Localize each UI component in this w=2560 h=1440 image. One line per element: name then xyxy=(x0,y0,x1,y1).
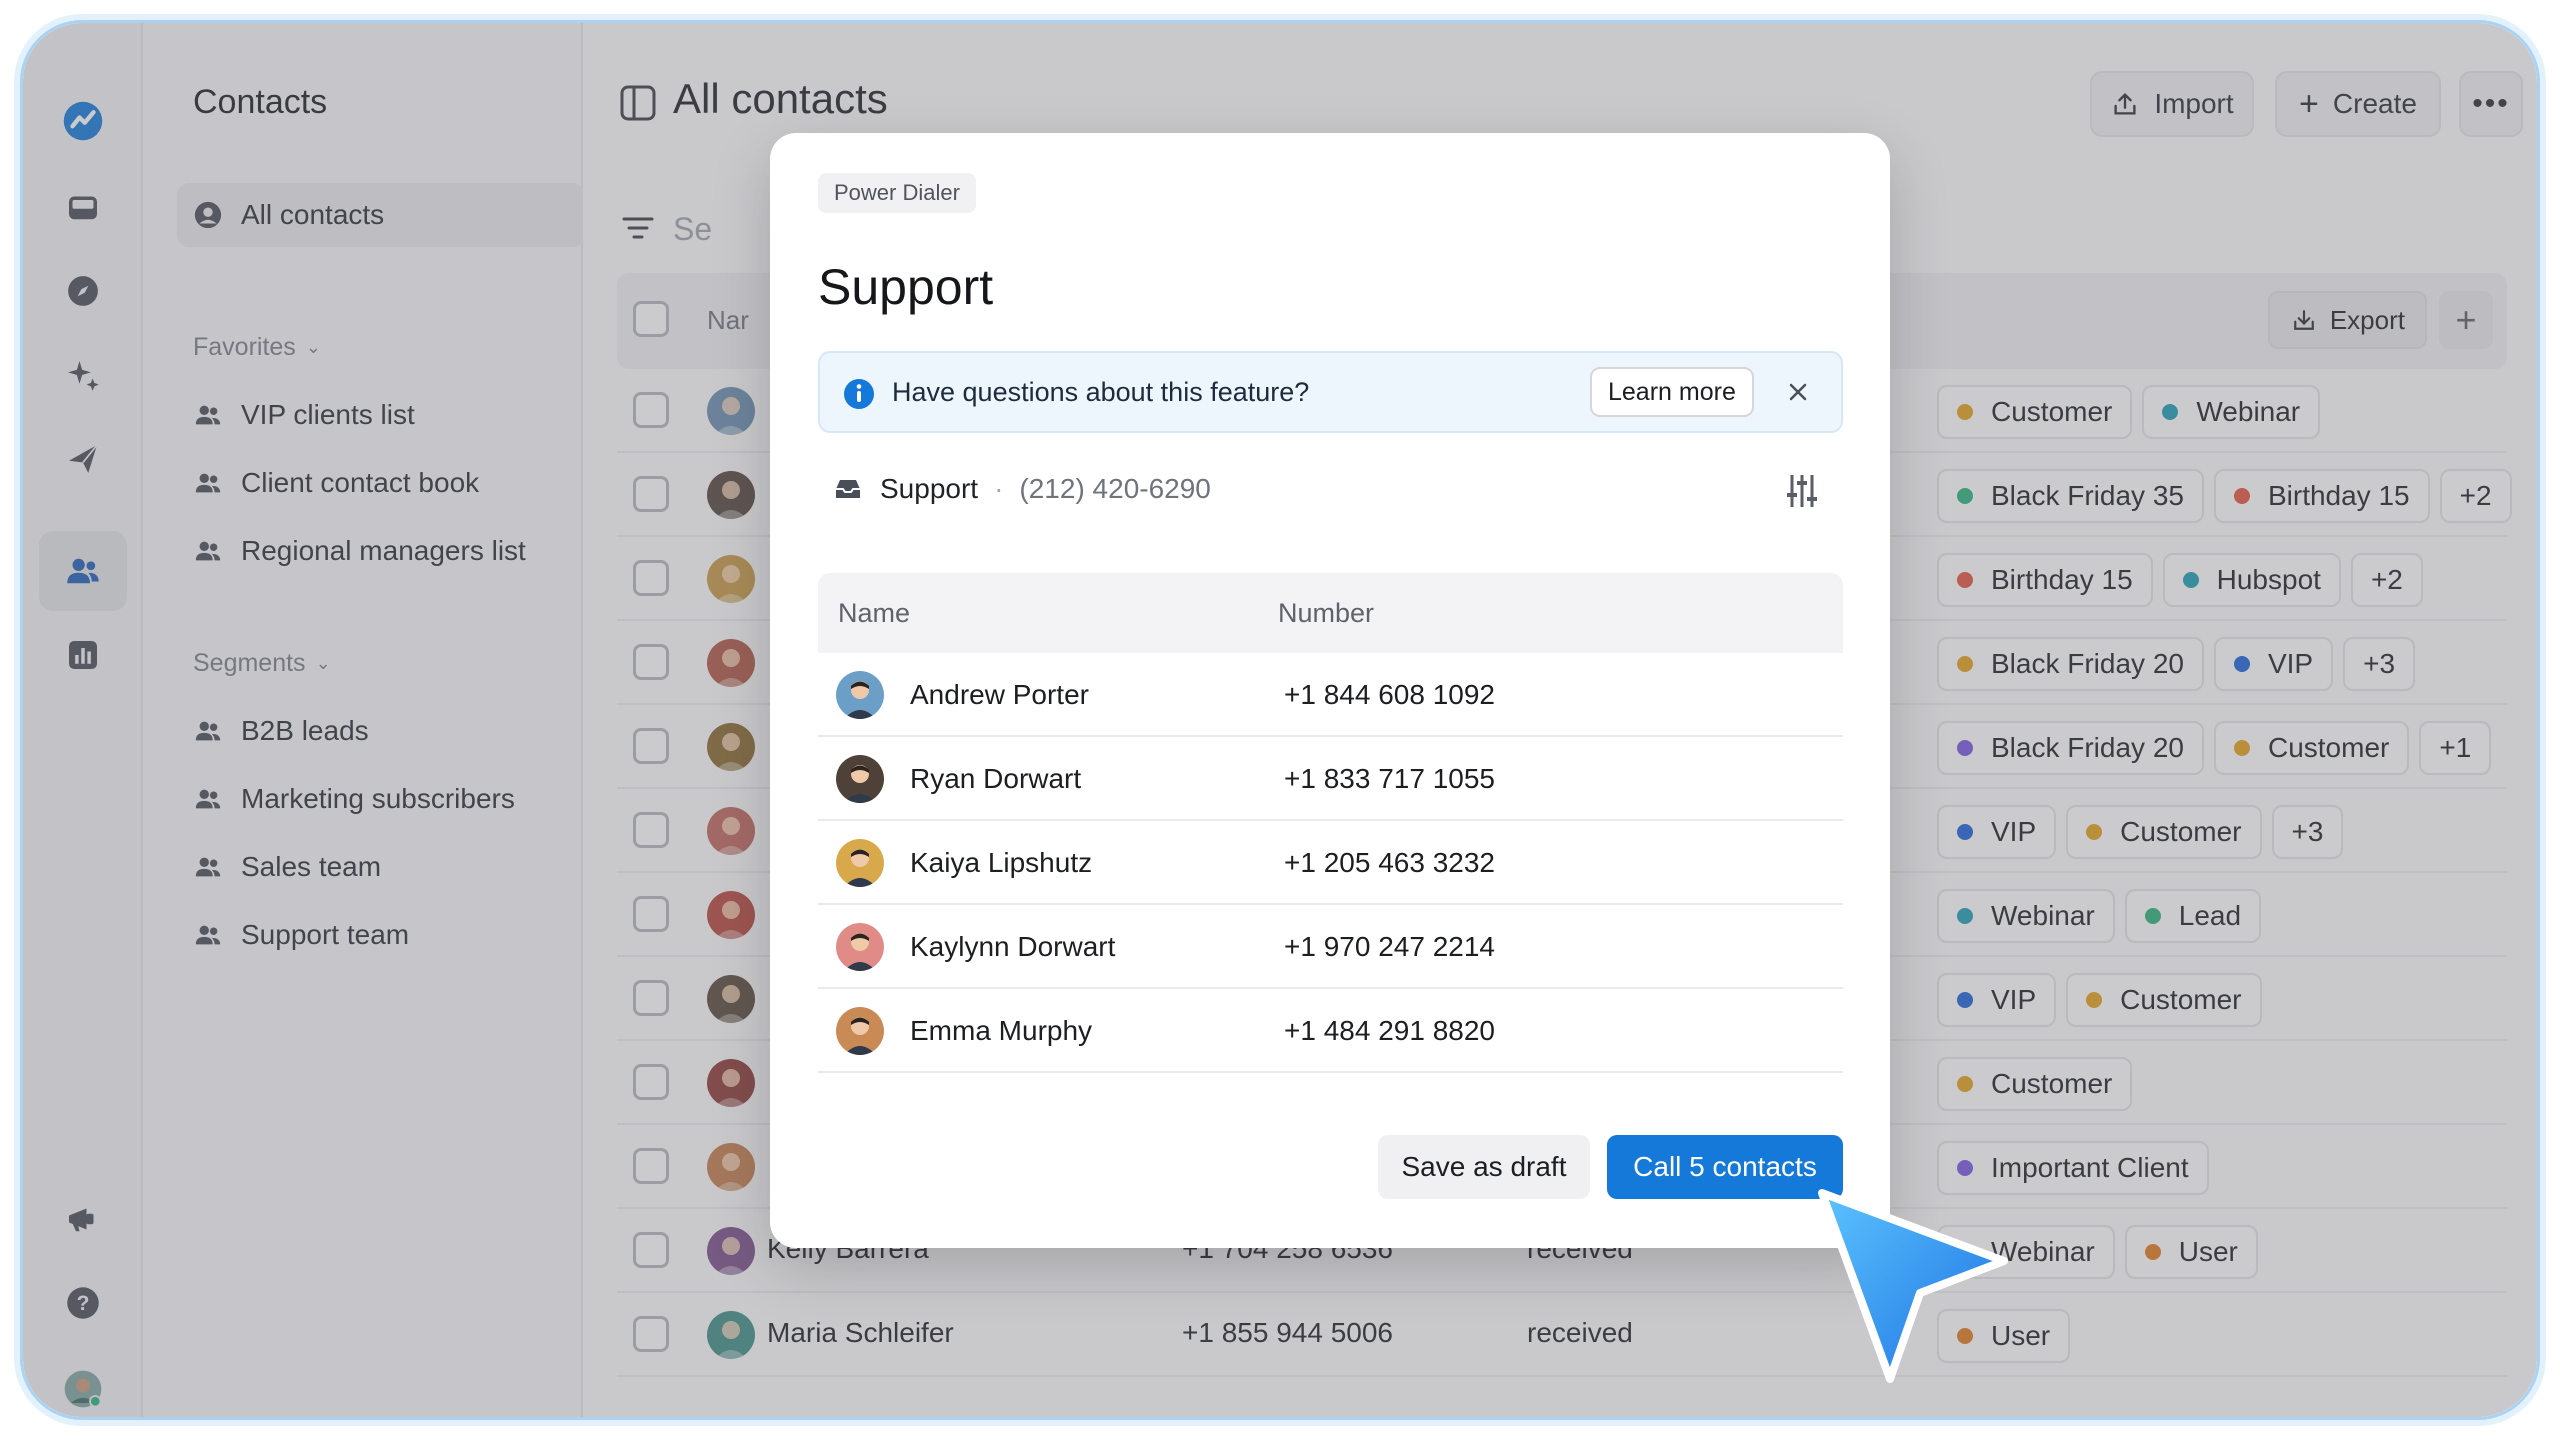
power-dialer-modal: Power Dialer Support Have questions abou… xyxy=(770,133,1890,1248)
cursor-arrow-icon xyxy=(1818,1189,2008,1383)
line-separator: · xyxy=(994,473,1004,504)
modal-contact-number: +1 844 608 1092 xyxy=(1284,679,1495,710)
modal-title: Support xyxy=(818,259,994,315)
modal-contact-number: +1 484 291 8820 xyxy=(1284,1015,1495,1046)
column-number: Number xyxy=(1278,598,1375,628)
modal-contact-row[interactable]: Andrew Porter +1 844 608 1092 xyxy=(818,653,1843,737)
app-frame: ? Contacts All contacts Favorites ⌄ VIP … xyxy=(20,20,2540,1420)
info-text: Have questions about this feature? xyxy=(892,377,1310,407)
modal-contact-row[interactable]: Ryan Dorwart +1 833 717 1055 xyxy=(818,737,1843,821)
modal-contact-number: +1 970 247 2214 xyxy=(1284,931,1495,962)
info-icon xyxy=(844,379,874,409)
modal-contact-number: +1 833 717 1055 xyxy=(1284,763,1495,794)
phone-line-selector[interactable]: Support · (212) 420-6290 xyxy=(832,473,1211,505)
modal-contact-name: Andrew Porter xyxy=(910,679,1089,710)
avatar xyxy=(836,1007,884,1055)
save-draft-button[interactable]: Save as draft xyxy=(1378,1135,1590,1199)
column-name: Name xyxy=(838,598,911,628)
modal-contact-number: +1 205 463 3232 xyxy=(1284,847,1495,878)
line-number: (212) 420-6290 xyxy=(1019,473,1211,504)
avatar xyxy=(836,755,884,803)
avatar xyxy=(836,839,884,887)
modal-contact-row[interactable]: Kaylynn Dorwart +1 970 247 2214 xyxy=(818,905,1843,989)
modal-contact-name: Kaiya Lipshutz xyxy=(910,847,1093,878)
settings-sliders-icon[interactable] xyxy=(1782,471,1822,511)
learn-more-button[interactable]: Learn more xyxy=(1590,367,1754,417)
modal-contact-name: Emma Murphy xyxy=(910,1015,1093,1046)
modal-contact-row[interactable]: Kaiya Lipshutz +1 205 463 3232 xyxy=(818,821,1843,905)
info-banner: Have questions about this feature? Learn… xyxy=(818,351,1843,433)
modal-table-header: Name Number xyxy=(818,573,1843,653)
modal-contact-row[interactable]: Emma Murphy +1 484 291 8820 xyxy=(818,989,1843,1073)
modal-contact-name: Ryan Dorwart xyxy=(910,763,1082,794)
inbox-icon xyxy=(836,480,860,498)
avatar xyxy=(836,923,884,971)
breadcrumb: Power Dialer xyxy=(818,173,976,213)
close-icon[interactable] xyxy=(1781,375,1815,409)
line-name: Support xyxy=(880,473,979,504)
avatar xyxy=(836,671,884,719)
app-window: ? Contacts All contacts Favorites ⌄ VIP … xyxy=(23,23,2537,1417)
modal-contact-name: Kaylynn Dorwart xyxy=(910,931,1116,962)
